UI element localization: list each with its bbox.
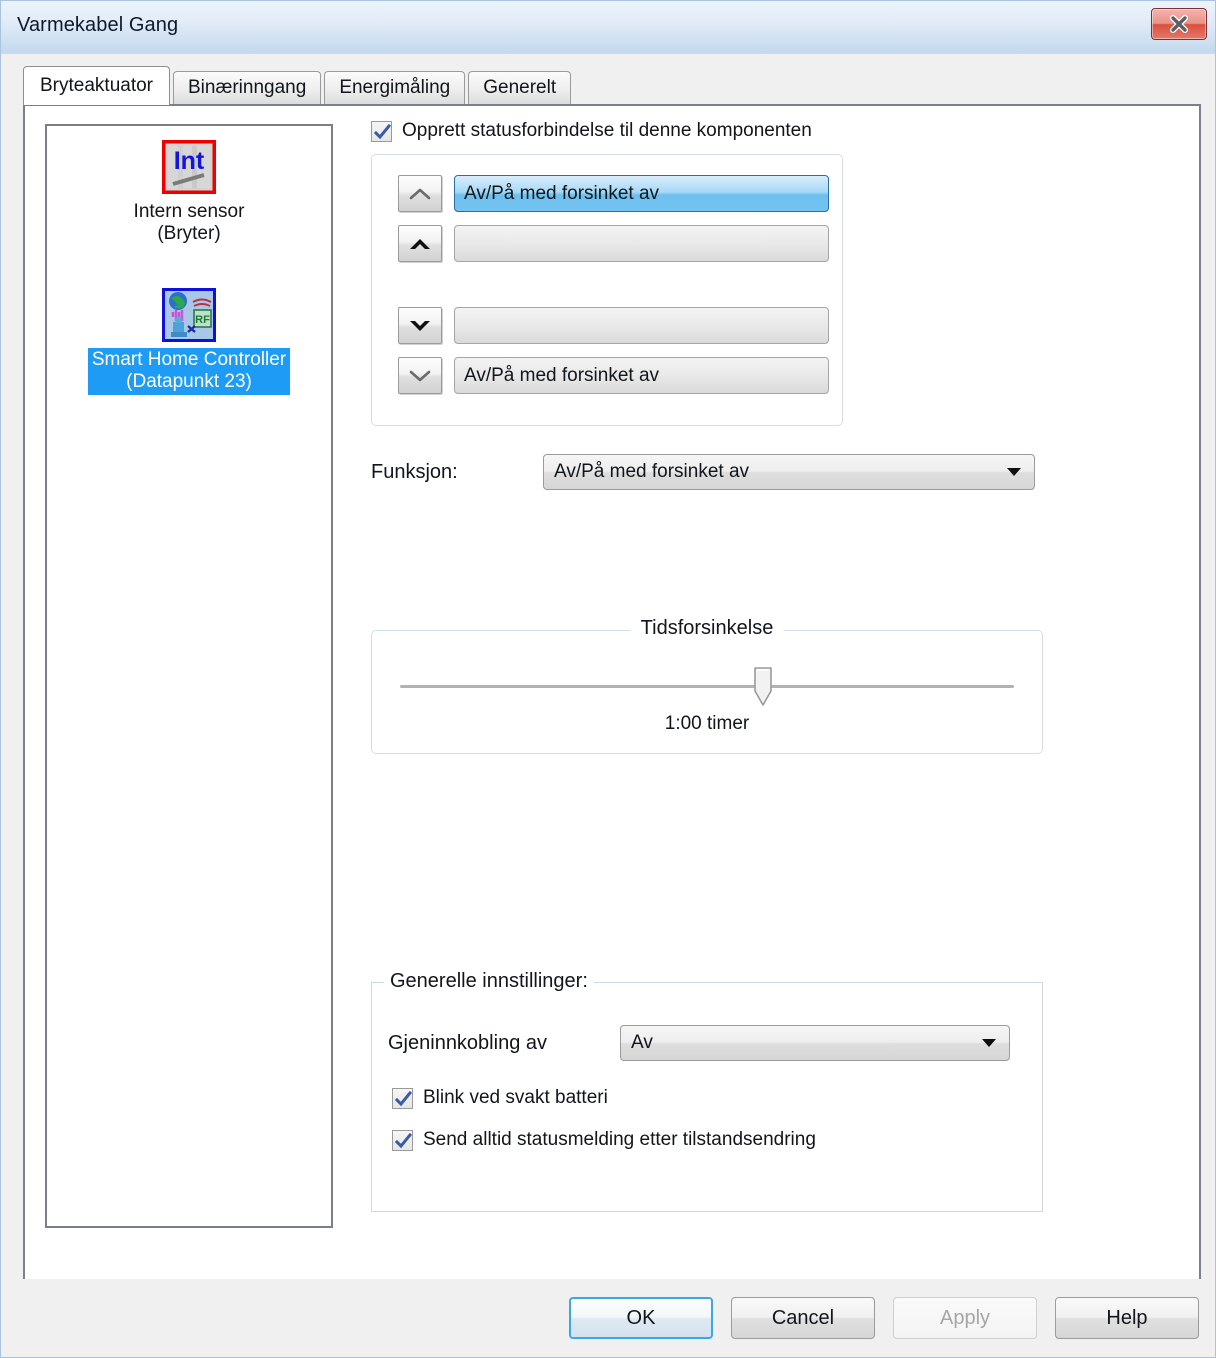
status-connection-label: Opprett statusforbindelse til denne komp…	[402, 120, 812, 141]
status-message-checkbox-row[interactable]: Send alltid statusmelding etter tilstand…	[392, 1129, 816, 1151]
channel-value-4[interactable]: Av/På med forsinket av	[454, 357, 829, 394]
general-settings-legend: Generelle innstillinger:	[384, 970, 594, 993]
reclose-row: Gjeninnkobling av Av	[388, 1025, 1010, 1061]
channel-row-3[interactable]	[398, 307, 829, 344]
title-bar: Varmekabel Gang	[1, 1, 1215, 54]
internal-sensor-icon: Int	[161, 139, 217, 195]
channel-value-3[interactable]	[454, 307, 829, 344]
function-label: Funksjon:	[371, 460, 458, 483]
tab-label: Generelt	[483, 77, 557, 98]
component-list[interactable]: Int Intern sensor (Bryter) RF Smart Home…	[45, 124, 333, 1228]
chevron-down-icon	[981, 1032, 997, 1054]
status-connection-checkbox[interactable]	[371, 120, 392, 142]
battery-blink-checkbox[interactable]	[392, 1087, 413, 1109]
time-delay-group: Tidsforsinkelse 1:00 timer	[371, 617, 1043, 754]
reclose-label: Gjeninnkobling av	[388, 1031, 547, 1054]
close-button[interactable]	[1151, 8, 1207, 40]
help-button[interactable]: Help	[1055, 1297, 1199, 1339]
apply-button: Apply	[893, 1297, 1037, 1339]
cancel-button-label: Cancel	[771, 1306, 835, 1329]
function-dropdown[interactable]: Av/På med forsinket av	[543, 454, 1035, 490]
apply-button-label: Apply	[939, 1306, 991, 1329]
chevron-down-thin-icon[interactable]	[398, 357, 442, 394]
chevron-up-thin-icon[interactable]	[398, 175, 442, 212]
help-button-label: Help	[1106, 1306, 1148, 1329]
list-item-label: Smart Home Controller (Datapunkt 23)	[87, 348, 291, 395]
rf-controller-icon: RF	[162, 288, 216, 342]
tab-binaerinngang[interactable]: Binærinngang	[173, 71, 322, 104]
check-icon	[374, 123, 391, 139]
tab-label: Bryteaktuator	[40, 75, 153, 96]
channel-value-2[interactable]	[454, 225, 829, 262]
time-delay-legend: Tidsforsinkelse	[630, 617, 784, 640]
settings-column: Opprett statusforbindelse til denne komp…	[357, 106, 1199, 1290]
dialog-window: Varmekabel Gang Bryteaktuator Binærinnga…	[0, 0, 1216, 1358]
reclose-value: Av	[631, 1032, 653, 1053]
chevron-up-bold-icon[interactable]	[398, 225, 442, 262]
dialog-footer: OK Cancel Apply Help	[1, 1279, 1215, 1357]
svg-text:RF: RF	[195, 314, 210, 326]
svg-text:Int: Int	[174, 147, 205, 175]
tab-generelt[interactable]: Generelt	[468, 71, 572, 104]
battery-blink-checkbox-row[interactable]: Blink ved svakt batteri	[392, 1087, 608, 1109]
check-icon	[395, 1090, 412, 1106]
channel-row-1[interactable]: Av/På med forsinket av	[398, 175, 829, 212]
time-delay-value: 1:00 timer	[664, 713, 750, 734]
function-value: Av/På med forsinket av	[554, 461, 750, 482]
slider-track[interactable]	[400, 685, 1014, 688]
ok-button[interactable]: OK	[569, 1297, 713, 1339]
function-row: Funksjon: Av/På med forsinket av	[371, 454, 1035, 490]
tab-label: Energimåling	[339, 77, 451, 98]
status-message-checkbox[interactable]	[392, 1129, 413, 1151]
status-message-label: Send alltid statusmelding etter tilstand…	[423, 1129, 816, 1150]
tab-bryteaktuator[interactable]: Bryteaktuator	[23, 66, 170, 105]
tab-strip: Bryteaktuator Binærinngang Energimåling …	[23, 66, 1215, 105]
chevron-down-icon	[1006, 461, 1022, 483]
reclose-dropdown[interactable]: Av	[620, 1025, 1010, 1061]
slider-thumb[interactable]	[752, 667, 774, 707]
status-connection-checkbox-row[interactable]: Opprett statusforbindelse til denne komp…	[371, 120, 812, 142]
battery-blink-label: Blink ved svakt batteri	[423, 1087, 608, 1108]
list-item-smart-home-controller[interactable]: RF Smart Home Controller (Datapunkt 23)	[47, 288, 331, 395]
channel-group: Av/På med forsinket av Av/På med forsink…	[371, 154, 843, 426]
check-icon	[395, 1132, 412, 1148]
list-item-internal-sensor[interactable]: Int Intern sensor (Bryter)	[47, 139, 331, 247]
tab-energimaling[interactable]: Energimåling	[324, 71, 466, 104]
general-settings-group: Generelle innstillinger: Gjeninnkobling …	[371, 970, 1043, 1212]
tab-panel: Int Intern sensor (Bryter) RF Smart Home…	[23, 104, 1201, 1292]
chevron-down-bold-icon[interactable]	[398, 307, 442, 344]
channel-row-4[interactable]: Av/På med forsinket av	[398, 357, 829, 394]
channel-value-1[interactable]: Av/På med forsinket av	[454, 175, 829, 212]
tab-label: Binærinngang	[188, 77, 307, 98]
channel-row-2[interactable]	[398, 225, 829, 262]
cancel-button[interactable]: Cancel	[731, 1297, 875, 1339]
ok-button-label: OK	[626, 1306, 656, 1329]
window-title: Varmekabel Gang	[17, 14, 179, 36]
list-item-label: Intern sensor (Bryter)	[133, 201, 245, 245]
